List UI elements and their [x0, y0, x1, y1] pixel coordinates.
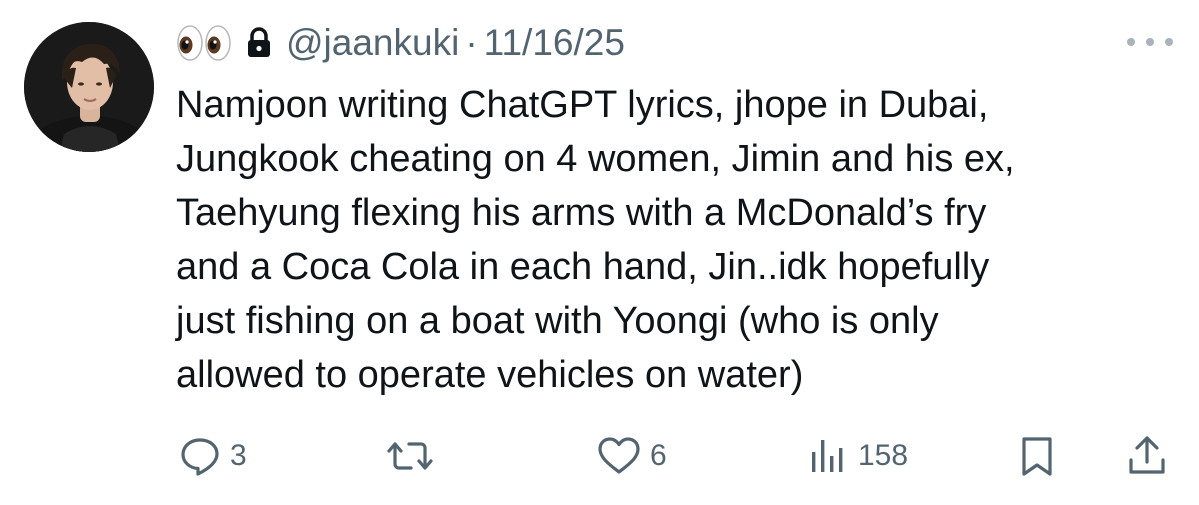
bookmark-icon	[1022, 437, 1052, 476]
retweet-icon	[387, 442, 433, 470]
like-button[interactable]: 6	[596, 428, 667, 484]
bookmark-button[interactable]	[1017, 428, 1057, 484]
handle[interactable]: @jaankuki	[286, 22, 459, 64]
views-chart-icon	[812, 440, 843, 472]
tweet-text-line: allowed to operate vehicles on water)	[176, 354, 804, 396]
tweet-text-line: and a Coca Cola in each hand, Jin..idk h…	[176, 246, 990, 288]
views-count: 158	[858, 439, 909, 472]
tweet-text-line: just fishing on a boat with Yoongi (who …	[176, 300, 939, 342]
more-dot	[1165, 38, 1173, 46]
heart-icon	[598, 437, 640, 474]
eyes-emoji-icon	[176, 23, 232, 63]
avatar[interactable]	[24, 22, 154, 152]
like-count: 6	[650, 439, 667, 472]
tweet[interactable]: @jaankuki · 11/16/25 Namjoon writing Cha…	[0, 0, 1199, 505]
more-options-icon[interactable]	[1127, 32, 1173, 52]
separator: ·	[465, 22, 478, 63]
more-dot	[1127, 38, 1135, 46]
share-icon	[1129, 436, 1165, 474]
action-bar: 3 6 158	[0, 428, 1199, 484]
tweet-date[interactable]: 11/16/25	[484, 22, 625, 64]
retweet-button[interactable]	[385, 428, 435, 484]
tweet-text-line: Taehyung flexing his arms with a McDonal…	[176, 192, 987, 234]
tweet-text-line: Namjoon writing ChatGPT lyrics, jhope in…	[176, 84, 989, 126]
reply-icon	[181, 438, 219, 476]
tweet-header: @jaankuki · 11/16/25	[176, 18, 625, 68]
tweet-text: Namjoon writing ChatGPT lyrics, jhope in…	[176, 78, 1176, 402]
more-dot	[1146, 38, 1154, 46]
avatar-photo	[24, 22, 154, 152]
reply-count: 3	[230, 439, 247, 472]
share-button[interactable]	[1125, 428, 1169, 484]
lock-icon	[246, 27, 272, 59]
reply-button[interactable]: 3	[178, 428, 247, 484]
tweet-text-line: Jungkook cheating on 4 women, Jimin and …	[176, 138, 1015, 180]
views-button[interactable]: 158	[806, 428, 908, 484]
